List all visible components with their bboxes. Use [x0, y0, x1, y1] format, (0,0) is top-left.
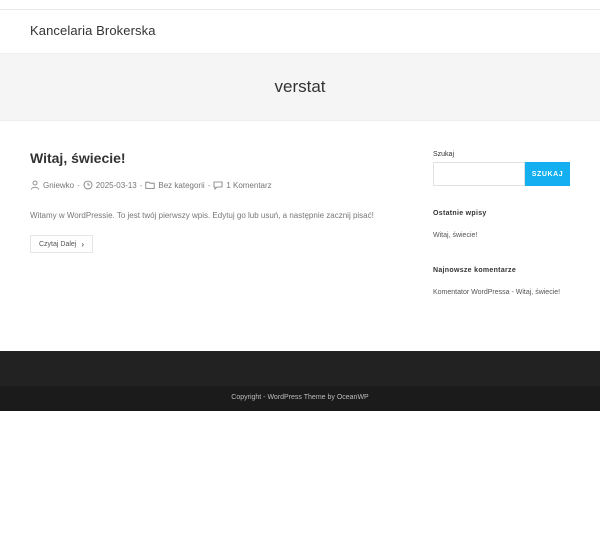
folder-icon — [145, 180, 155, 190]
meta-separator: - — [139, 180, 143, 190]
comment-author-link[interactable]: Komentator WordPressa — [433, 289, 510, 296]
chevron-right-icon: › — [81, 239, 85, 249]
read-more-label: Czytaj Dalej — [39, 240, 77, 248]
clock-icon — [83, 180, 93, 190]
post-comments-link[interactable]: 1 Komentarz — [226, 181, 271, 190]
site-header: Kancelaria Brokerska — [0, 10, 600, 53]
post-date: 2025-03-13 — [95, 180, 137, 190]
search-input[interactable] — [433, 162, 525, 186]
meta-separator: - — [207, 180, 211, 190]
search-button[interactable]: SZUKAJ — [525, 162, 570, 186]
recent-comment-item: Komentator WordPressa - Witaj, świecie! — [433, 289, 560, 296]
comment-icon — [213, 180, 223, 190]
search-label: Szukaj — [433, 151, 455, 158]
page-header: verstat — [0, 53, 600, 121]
post-meta: Gniewko - 2025-03-13 - Bez kategorii - 1… — [30, 180, 272, 190]
footer-widgets — [0, 351, 600, 386]
meta-separator: - — [77, 180, 80, 190]
copyright-text: Copyright - WordPress Theme by OceanWP — [231, 394, 369, 401]
user-icon — [30, 180, 40, 190]
page-title: verstat — [274, 77, 326, 96]
post-author-link[interactable]: Gniewko — [43, 181, 74, 190]
read-more-button[interactable]: Czytaj Dalej › — [30, 235, 94, 253]
site-title-link[interactable]: Kancelaria Brokerska — [30, 23, 156, 38]
recent-post-link[interactable]: Witaj, świecie! — [433, 232, 477, 239]
top-bar — [0, 0, 600, 10]
recent-comments-title: Najnowsze komentarze — [433, 267, 517, 274]
recent-posts-title: Ostatnie wpisy — [433, 210, 487, 217]
post-category-link[interactable]: Bez kategorii — [158, 181, 204, 190]
comment-post-link[interactable]: Witaj, świecie! — [516, 289, 560, 296]
post-title-link[interactable]: Witaj, świecie! — [30, 150, 126, 166]
footer-bottom: Copyright - WordPress Theme by OceanWP — [0, 386, 600, 411]
post-excerpt: Witamy w WordPressie. To jest twój pierw… — [30, 211, 374, 220]
